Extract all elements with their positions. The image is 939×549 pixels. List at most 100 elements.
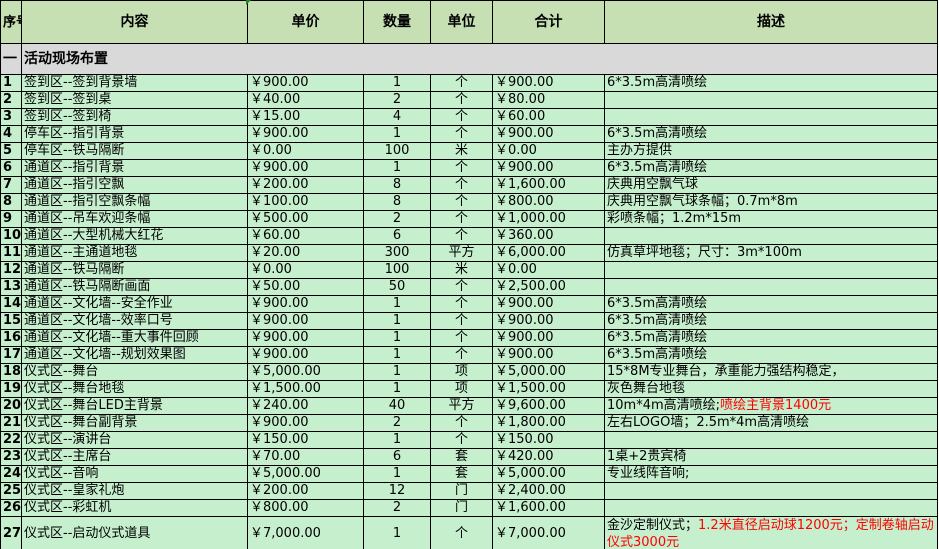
row-content-cell[interactable]: 仪式区--舞台 <box>21 363 248 381</box>
row-price-cell[interactable]: ￥900.00 <box>247 295 364 313</box>
row-unit-cell[interactable]: 米 <box>430 142 493 160</box>
row-quantity-cell[interactable]: 1 <box>363 380 431 398</box>
row-description-cell[interactable]: 庆典用空飘气球条幅；0.7m*8m <box>604 193 938 211</box>
row-seq-cell[interactable]: 9 <box>0 210 22 228</box>
row-price-cell[interactable]: ￥200.00 <box>247 176 364 194</box>
row-content-cell[interactable]: 仪式区--演讲台 <box>21 431 248 449</box>
row-seq-cell[interactable]: 8 <box>0 193 22 211</box>
row-total-cell[interactable]: ￥7,000.00 <box>492 516 605 549</box>
row-total-cell[interactable]: ￥900.00 <box>492 74 605 92</box>
row-total-cell[interactable]: ￥5,000.00 <box>492 363 605 381</box>
row-seq-cell[interactable]: 5 <box>0 142 22 160</box>
row-unit-cell[interactable]: 门 <box>430 482 493 500</box>
row-total-cell[interactable]: ￥900.00 <box>492 329 605 347</box>
row-quantity-cell[interactable]: 1 <box>363 516 431 549</box>
row-price-cell[interactable]: ￥1,500.00 <box>247 380 364 398</box>
header-content[interactable]: 内容 <box>21 0 248 44</box>
row-total-cell[interactable]: ￥800.00 <box>492 193 605 211</box>
row-quantity-cell[interactable]: 1 <box>363 295 431 313</box>
row-unit-cell[interactable]: 个 <box>430 516 493 549</box>
row-description-cell[interactable]: 左右LOGO墙；2.5m*4m高清喷绘 <box>604 414 938 432</box>
row-unit-cell[interactable]: 个 <box>430 431 493 449</box>
row-total-cell[interactable]: ￥900.00 <box>492 312 605 330</box>
row-total-cell[interactable]: ￥5,000.00 <box>492 465 605 483</box>
row-content-cell[interactable]: 仪式区--启动仪式道具 <box>21 516 248 549</box>
row-unit-cell[interactable]: 个 <box>430 159 493 177</box>
row-price-cell[interactable]: ￥100.00 <box>247 193 364 211</box>
row-seq-cell[interactable]: 11 <box>0 244 22 262</box>
row-description-cell[interactable] <box>604 261 938 279</box>
row-content-cell[interactable]: 通道区--文化墙--效率口号 <box>21 312 248 330</box>
row-seq-cell[interactable]: 27 <box>0 516 22 549</box>
row-seq-cell[interactable]: 22 <box>0 431 22 449</box>
row-description-cell[interactable] <box>604 499 938 517</box>
row-content-cell[interactable]: 仪式区--舞台地毯 <box>21 380 248 398</box>
row-seq-cell[interactable]: 4 <box>0 125 22 143</box>
row-content-cell[interactable]: 通道区--吊车欢迎条幅 <box>21 210 248 228</box>
row-seq-cell[interactable]: 25 <box>0 482 22 500</box>
row-price-cell[interactable]: ￥900.00 <box>247 125 364 143</box>
row-content-cell[interactable]: 通道区--铁马隔断 <box>21 261 248 279</box>
row-unit-cell[interactable]: 个 <box>430 346 493 364</box>
row-unit-cell[interactable]: 个 <box>430 176 493 194</box>
row-seq-cell[interactable]: 7 <box>0 176 22 194</box>
row-quantity-cell[interactable]: 6 <box>363 448 431 466</box>
row-price-cell[interactable]: ￥20.00 <box>247 244 364 262</box>
row-content-cell[interactable]: 仪式区--舞台副背景 <box>21 414 248 432</box>
row-unit-cell[interactable]: 个 <box>430 91 493 109</box>
row-unit-cell[interactable]: 项 <box>430 363 493 381</box>
row-quantity-cell[interactable]: 50 <box>363 278 431 296</box>
row-seq-cell[interactable]: 3 <box>0 108 22 126</box>
row-unit-cell[interactable]: 套 <box>430 448 493 466</box>
row-seq-cell[interactable]: 1 <box>0 74 22 92</box>
row-quantity-cell[interactable]: 4 <box>363 108 431 126</box>
row-description-cell[interactable]: 庆典用空飘气球 <box>604 176 938 194</box>
row-price-cell[interactable]: ￥900.00 <box>247 329 364 347</box>
row-quantity-cell[interactable]: 1 <box>363 159 431 177</box>
section-seq[interactable]: 一 <box>0 43 22 75</box>
row-price-cell[interactable]: ￥5,000.00 <box>247 363 364 381</box>
header-total[interactable]: 合计 <box>492 0 605 44</box>
row-unit-cell[interactable]: 套 <box>430 465 493 483</box>
row-quantity-cell[interactable]: 1 <box>363 74 431 92</box>
row-price-cell[interactable]: ￥40.00 <box>247 91 364 109</box>
section-title[interactable]: 活动现场布置 <box>21 43 938 75</box>
row-total-cell[interactable]: ￥900.00 <box>492 125 605 143</box>
row-price-cell[interactable]: ￥5,000.00 <box>247 465 364 483</box>
row-quantity-cell[interactable]: 100 <box>363 142 431 160</box>
row-content-cell[interactable]: 仪式区--舞台LED主背景 <box>21 397 248 415</box>
row-description-cell[interactable]: 1桌+2贵宾椅 <box>604 448 938 466</box>
row-description-cell[interactable] <box>604 431 938 449</box>
row-total-cell[interactable]: ￥1,600.00 <box>492 499 605 517</box>
row-unit-cell[interactable]: 个 <box>430 108 493 126</box>
row-price-cell[interactable]: ￥900.00 <box>247 74 364 92</box>
row-total-cell[interactable]: ￥2,500.00 <box>492 278 605 296</box>
row-quantity-cell[interactable]: 40 <box>363 397 431 415</box>
row-quantity-cell[interactable]: 1 <box>363 312 431 330</box>
row-price-cell[interactable]: ￥60.00 <box>247 227 364 245</box>
row-quantity-cell[interactable]: 2 <box>363 414 431 432</box>
row-description-cell[interactable]: 15*8M专业舞台，承重能力强结构稳定， <box>604 363 938 381</box>
row-content-cell[interactable]: 签到区--签到桌 <box>21 91 248 109</box>
row-content-cell[interactable]: 仪式区--彩虹机 <box>21 499 248 517</box>
row-description-cell[interactable]: 彩喷条幅；1.2m*15m <box>604 210 938 228</box>
row-total-cell[interactable]: ￥9,600.00 <box>492 397 605 415</box>
row-description-cell[interactable]: 6*3.5m高清喷绘 <box>604 159 938 177</box>
row-seq-cell[interactable]: 21 <box>0 414 22 432</box>
row-seq-cell[interactable]: 20 <box>0 397 22 415</box>
row-total-cell[interactable]: ￥1,800.00 <box>492 414 605 432</box>
row-price-cell[interactable]: ￥70.00 <box>247 448 364 466</box>
row-total-cell[interactable]: ￥2,400.00 <box>492 482 605 500</box>
row-seq-cell[interactable]: 10 <box>0 227 22 245</box>
header-unit[interactable]: 单位 <box>430 0 493 44</box>
row-price-cell[interactable]: ￥0.00 <box>247 261 364 279</box>
row-quantity-cell[interactable]: 2 <box>363 210 431 228</box>
row-content-cell[interactable]: 通道区--大型机械大红花 <box>21 227 248 245</box>
row-price-cell[interactable]: ￥900.00 <box>247 414 364 432</box>
row-content-cell[interactable]: 签到区--签到背景墙 <box>21 74 248 92</box>
header-description[interactable]: 描述 <box>604 0 938 44</box>
row-seq-cell[interactable]: 23 <box>0 448 22 466</box>
row-seq-cell[interactable]: 14 <box>0 295 22 313</box>
row-seq-cell[interactable]: 17 <box>0 346 22 364</box>
row-quantity-cell[interactable]: 1 <box>363 125 431 143</box>
